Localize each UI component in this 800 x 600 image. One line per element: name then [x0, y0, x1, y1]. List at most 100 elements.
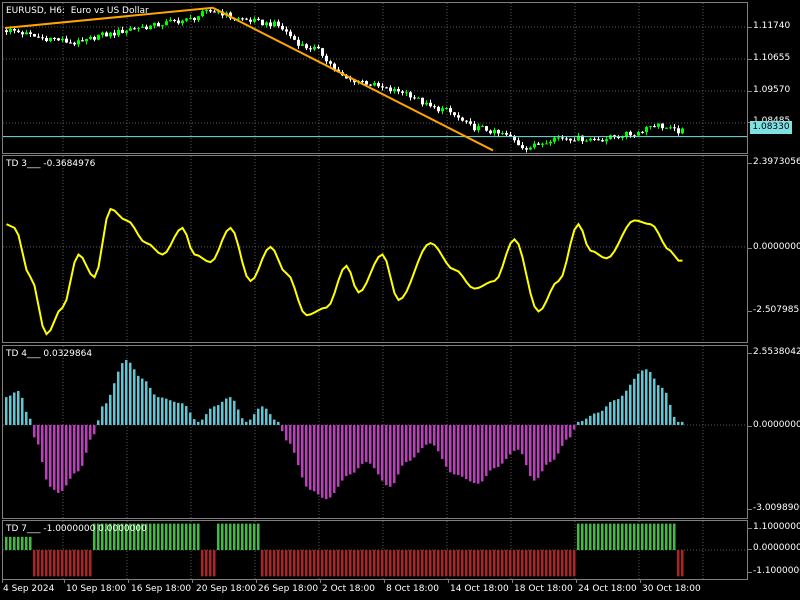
candle-body: [289, 31, 292, 37]
candle-body: [473, 123, 476, 131]
td7-bar: [165, 523, 168, 550]
candle-body: [373, 83, 376, 86]
candle-body: [293, 36, 296, 40]
td4-bar: [145, 381, 148, 425]
td4-bar: [205, 414, 208, 425]
td7-bar: [277, 550, 280, 577]
td7-pane[interactable]: TD 7___ -1.0000000 0.0000000: [2, 520, 748, 580]
td4-bar: [645, 369, 648, 425]
candle-body: [501, 133, 504, 135]
td4-bar: [521, 424, 524, 455]
candle-body: [305, 44, 308, 49]
candle-body: [549, 141, 552, 144]
candle-body: [453, 112, 456, 116]
candle-body: [493, 129, 496, 134]
td4-bar: [497, 424, 500, 467]
td7-bar: [221, 523, 224, 550]
td7-bar: [269, 550, 272, 577]
candle-body: [397, 88, 400, 92]
candle-body: [605, 139, 608, 142]
td7-bar: [629, 523, 632, 550]
td3-tick: 0.0000000: [748, 242, 800, 252]
td7-bar: [337, 550, 340, 577]
td4-bar: [637, 373, 640, 425]
td7-bar: [357, 550, 360, 577]
td4-bar: [213, 406, 216, 425]
td7-bar: [485, 550, 488, 577]
td7-bar: [661, 523, 664, 550]
candle-body: [477, 126, 480, 131]
td4-bar: [309, 424, 312, 490]
td4-bar: [553, 424, 556, 460]
td7-bar: [353, 550, 356, 577]
td4-bar: [25, 411, 28, 425]
candle-body: [673, 127, 676, 129]
td3-tick: 2.3973056: [748, 157, 800, 167]
td4-bar: [49, 424, 52, 487]
td4-bar: [377, 424, 380, 475]
td4-bar: [613, 400, 616, 425]
td4-bar: [565, 424, 568, 440]
candle-body: [449, 108, 452, 113]
td4-bar: [509, 424, 512, 455]
td4-bar: [169, 400, 172, 425]
td7-bar: [669, 523, 672, 550]
td7-bar: [17, 536, 20, 550]
candle-body: [181, 20, 184, 24]
td7-bar: [637, 523, 640, 550]
td4-bar: [393, 424, 396, 484]
td7-bar: [205, 550, 208, 577]
candle-body: [469, 121, 472, 124]
td7-bar: [561, 550, 564, 577]
price-pane[interactable]: EURUSD, H6: Euro vs US Dollar: [2, 2, 748, 154]
td4-bar: [209, 408, 212, 425]
td7-bar: [173, 523, 176, 550]
time-tick-mark: [320, 580, 321, 583]
td7-bar: [673, 523, 676, 550]
time-label: 18 Oct 18:00: [514, 584, 573, 594]
td7-bar: [201, 550, 204, 577]
td7-bar: [465, 550, 468, 577]
td7-bar: [537, 550, 540, 577]
td4-bar: [549, 424, 552, 463]
td4-bar: [165, 398, 168, 425]
candle-body: [481, 126, 484, 128]
td4-bar: [657, 385, 660, 425]
td7-bar: [33, 550, 36, 577]
td7-bar: [317, 550, 320, 577]
td7-bar: [409, 550, 412, 577]
candle-body: [137, 27, 140, 29]
td7-bar: [13, 536, 16, 550]
td7-bar: [185, 523, 188, 550]
td7-bar: [21, 536, 24, 550]
td4-tick: 2.5538042: [748, 347, 800, 357]
candle-body: [117, 29, 120, 36]
td4-bar: [429, 424, 432, 444]
candle-body: [393, 88, 396, 92]
candle-body: [185, 18, 188, 21]
td7-bar: [621, 523, 624, 550]
td7-bar: [401, 550, 404, 577]
td4-bar: [585, 418, 588, 425]
candle-body: [405, 92, 408, 94]
td4-bar: [317, 424, 320, 495]
td4-bar: [641, 370, 644, 425]
candle-body: [437, 106, 440, 112]
td7-bar: [641, 523, 644, 550]
td3-pane[interactable]: TD 3___ -0.3684976: [2, 155, 748, 343]
candle-body: [9, 29, 12, 33]
td4-bar: [469, 424, 472, 482]
candle-body: [257, 18, 260, 20]
candle-body: [153, 23, 156, 26]
candle-body: [253, 18, 256, 22]
candle-body: [509, 134, 512, 137]
td4-bar: [561, 424, 564, 446]
candle-body: [173, 19, 176, 21]
td4-bar: [569, 424, 572, 438]
td7-bar: [441, 550, 444, 577]
td4-bar: [81, 424, 84, 466]
td4-pane[interactable]: TD 4___ 0.0329864: [2, 345, 748, 519]
td7-bar: [29, 536, 32, 550]
td4-bar: [337, 424, 340, 487]
td4-bar: [333, 424, 336, 493]
